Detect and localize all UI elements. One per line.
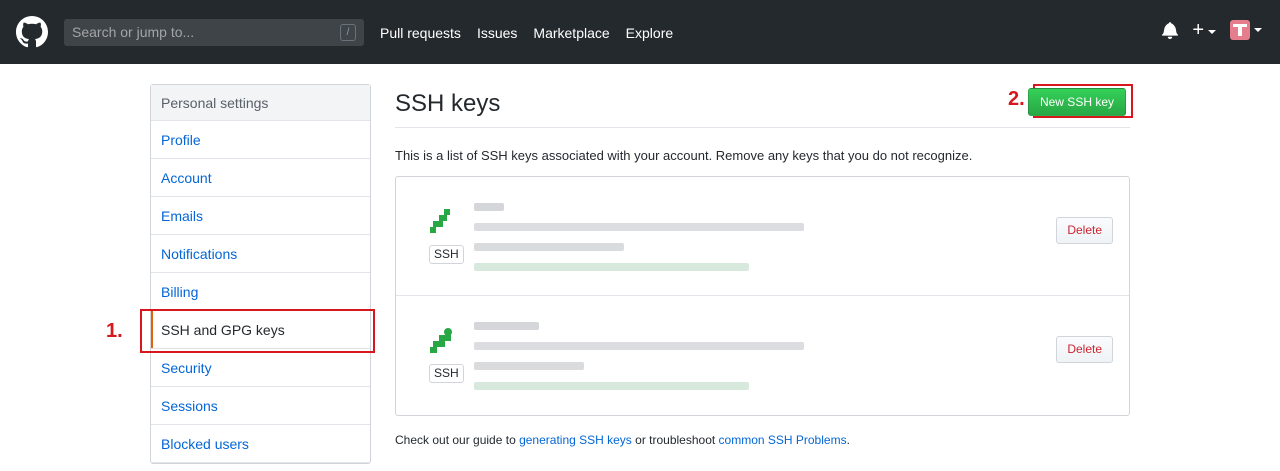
header-nav: Pull requests Issues Marketplace Explore: [380, 24, 689, 42]
common-ssh-problems-link[interactable]: common SSH Problems: [719, 433, 847, 447]
avatar: [1230, 20, 1250, 40]
ssh-badge: SSH: [429, 245, 464, 264]
annotation-highlight-ssh-gpg: [140, 309, 375, 353]
key-icon: [430, 328, 452, 353]
sidebar-item-emails[interactable]: Emails: [151, 197, 370, 235]
ssh-key-list: SSH Delete SSH Delete: [395, 176, 1130, 416]
sidebar-item-blocked-users[interactable]: Blocked users: [151, 425, 370, 463]
chevron-down-icon: [1254, 28, 1262, 32]
annotation-step-1: 1.: [106, 320, 123, 342]
help-suffix: .: [846, 433, 850, 447]
ssh-badge: SSH: [429, 364, 464, 383]
redacted-fingerprint: [474, 223, 804, 231]
key-icon: [430, 209, 450, 233]
sidebar-item-profile[interactable]: Profile: [151, 121, 370, 159]
header-actions: +: [1162, 20, 1262, 40]
redacted-last-used: [474, 382, 749, 390]
settings-sidebar: Personal settings Profile Account Emails…: [150, 84, 371, 464]
plus-icon: +: [1192, 19, 1204, 41]
redacted-added-date: [474, 362, 584, 370]
redacted-last-used: [474, 263, 749, 271]
search-input[interactable]: Search or jump to... /: [64, 19, 364, 46]
create-new-dropdown[interactable]: +: [1192, 20, 1216, 40]
sidebar-item-billing[interactable]: Billing: [151, 273, 370, 311]
redacted-added-date: [474, 243, 624, 251]
search-shortcut-hint: /: [340, 24, 356, 41]
sidebar-item-sessions[interactable]: Sessions: [151, 387, 370, 425]
generating-ssh-keys-link[interactable]: generating SSH keys: [519, 433, 632, 447]
page-description: This is a list of SSH keys associated wi…: [395, 148, 973, 163]
redacted-fingerprint: [474, 342, 804, 350]
redacted-key-title: [474, 203, 504, 211]
help-text: Check out our guide to generating SSH ke…: [395, 433, 850, 447]
sidebar-item-notifications[interactable]: Notifications: [151, 235, 370, 273]
main-content: SSH keys New SSH key This is a list of S…: [395, 84, 1130, 447]
redacted-key-title: [474, 322, 539, 330]
user-menu-dropdown[interactable]: [1230, 20, 1262, 40]
github-logo-icon[interactable]: [16, 16, 48, 48]
list-item: SSH Delete: [396, 296, 1129, 415]
nav-marketplace[interactable]: Marketplace: [533, 24, 609, 42]
search-placeholder: Search or jump to...: [72, 24, 195, 40]
top-header: Search or jump to... / Pull requests Iss…: [0, 0, 1280, 64]
nav-issues[interactable]: Issues: [477, 24, 517, 42]
delete-key-button[interactable]: Delete: [1056, 336, 1113, 363]
chevron-down-icon: [1208, 30, 1216, 35]
delete-key-button[interactable]: Delete: [1056, 217, 1113, 244]
page-title: SSH keys: [395, 84, 1130, 128]
help-prefix: Check out our guide to: [395, 433, 520, 447]
sidebar-heading: Personal settings: [151, 85, 370, 121]
nav-explore[interactable]: Explore: [626, 24, 673, 42]
nav-pull-requests[interactable]: Pull requests: [380, 24, 461, 42]
help-middle: or troubleshoot: [631, 433, 719, 447]
new-ssh-key-button[interactable]: New SSH key: [1027, 88, 1126, 116]
sidebar-item-security[interactable]: Security: [151, 349, 370, 387]
bell-icon[interactable]: [1162, 21, 1179, 39]
sidebar-item-account[interactable]: Account: [151, 159, 370, 197]
list-item: SSH Delete: [396, 177, 1129, 296]
